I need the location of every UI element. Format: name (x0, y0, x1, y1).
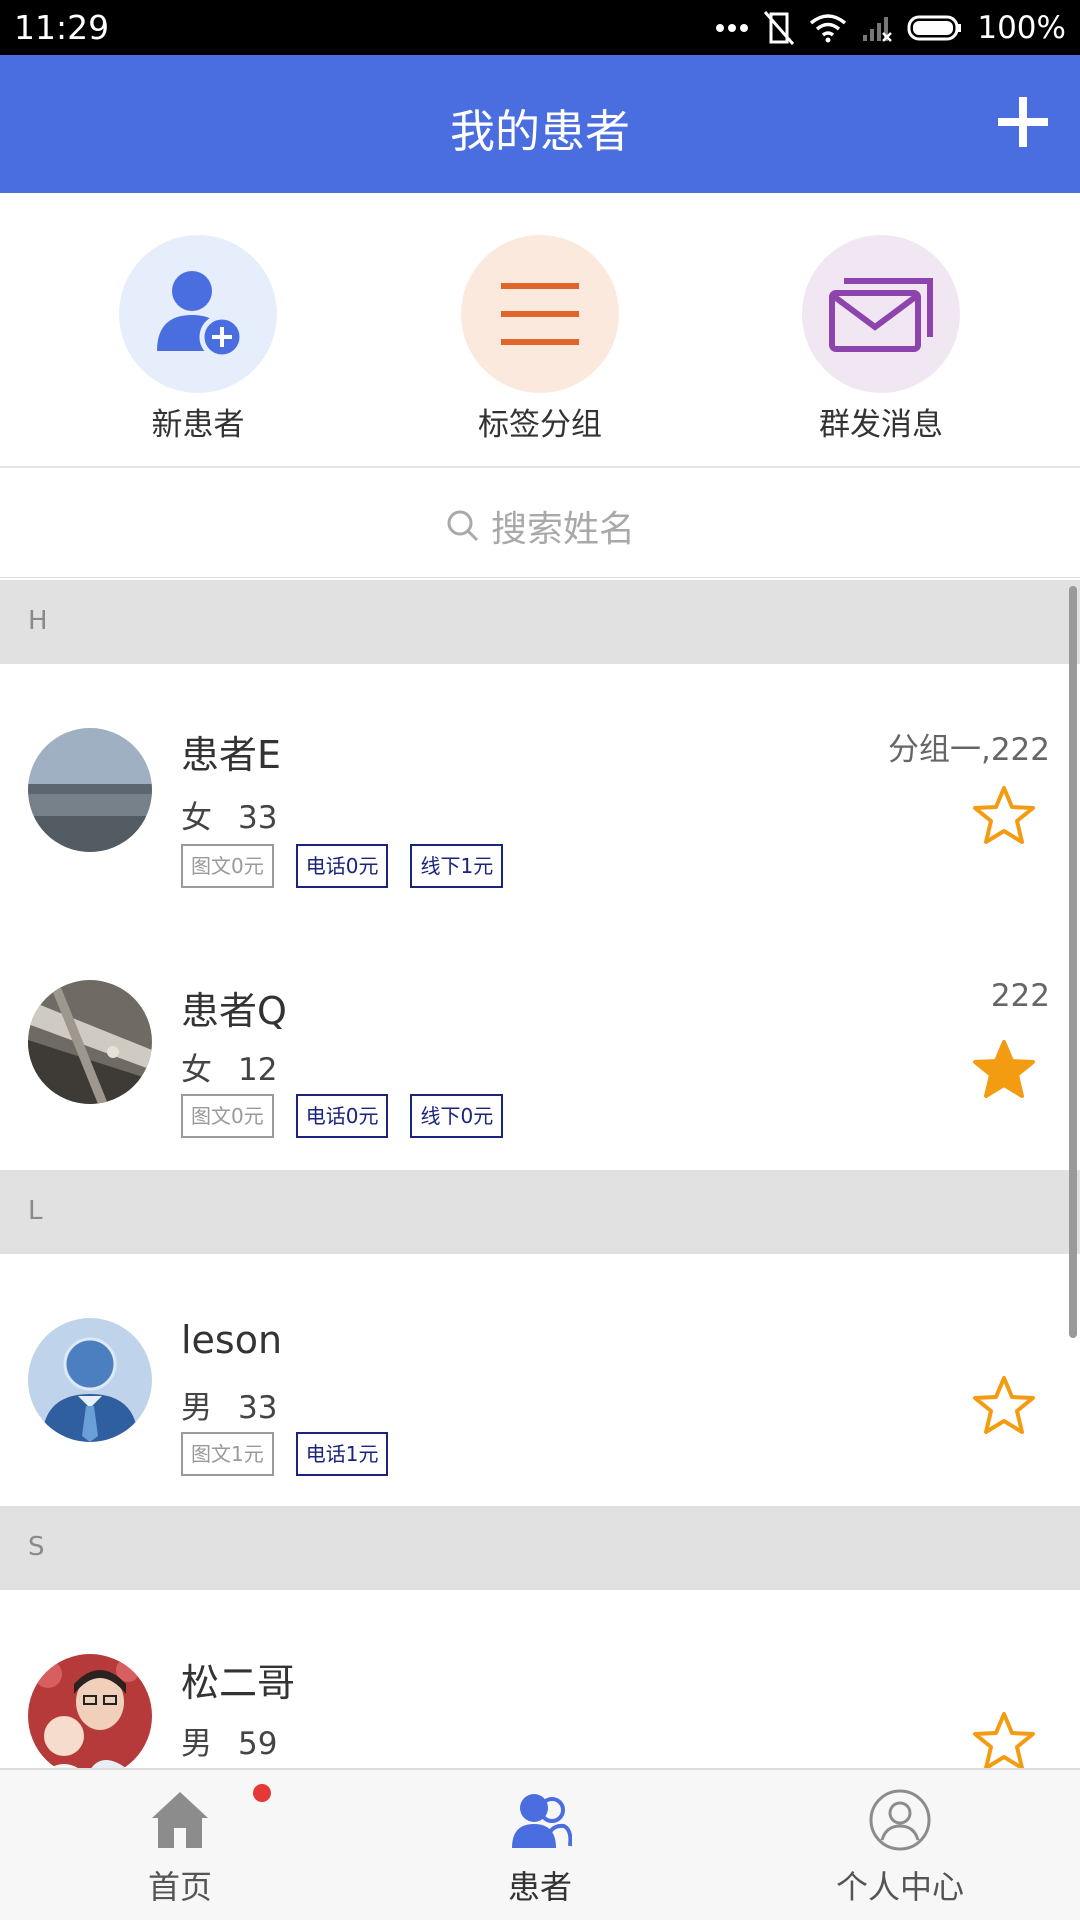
avatar (28, 980, 152, 1104)
more-dots-icon (716, 24, 749, 32)
patient-row-e[interactable]: 患者E 女 33 图文0元 电话0元 线下1元 分组一,222 (0, 664, 1080, 916)
list-scrollbar[interactable] (1069, 586, 1077, 1338)
wifi-icon (810, 14, 847, 43)
patient-gender: 女 (181, 800, 212, 836)
service-tag: 线下1元 (410, 844, 504, 888)
add-patient-button[interactable] (996, 95, 1050, 149)
service-tag: 图文1元 (181, 1432, 274, 1476)
add-user-icon (157, 271, 245, 360)
patient-info: 女 33 (181, 792, 277, 837)
nav-patients-label: 患者 (507, 1868, 572, 1906)
service-tags: 图文0元 电话0元 线下1元 (181, 844, 504, 888)
profile-icon (869, 1789, 931, 1851)
patient-age: 33 (238, 800, 278, 836)
vibrate-off-icon (764, 11, 795, 45)
avatar (28, 728, 152, 852)
star-outline-icon[interactable] (972, 784, 1036, 848)
service-tag: 电话0元 (295, 1094, 389, 1138)
section-letter: L (28, 1196, 43, 1226)
service-tag: 电话1元 (295, 1432, 389, 1476)
plus-icon (998, 97, 1048, 147)
service-tag: 线下0元 (410, 1094, 504, 1138)
search-bar[interactable]: 搜索姓名 (0, 470, 1080, 578)
battery-percent: 100% (977, 10, 1066, 46)
service-tags: 图文1元 电话1元 (181, 1432, 389, 1476)
nav-patients[interactable]: 患者 (410, 1788, 670, 1908)
patient-info: 女 12 (181, 1044, 277, 1089)
star-filled-icon[interactable] (972, 1038, 1036, 1102)
section-letter: S (28, 1532, 45, 1562)
patient-row-q[interactable]: 患者Q 女 12 图文0元 电话0元 线下0元 222 (0, 916, 1080, 1170)
nav-home-label: 首页 (147, 1868, 212, 1906)
section-letter: H (28, 606, 48, 636)
tag-group-icon-circle (461, 235, 619, 393)
patient-info: 男 33 (181, 1382, 277, 1427)
status-time: 11:29 (14, 8, 110, 47)
patient-row-leson[interactable]: leson 男 33 图文1元 电话1元 (0, 1254, 1080, 1506)
group-message-label: 群发消息 (819, 407, 943, 443)
battery-icon (907, 15, 962, 41)
status-bar: 11:29 100% (0, 0, 1080, 55)
nav-profile[interactable]: 个人中心 (770, 1788, 1030, 1908)
quick-actions: 新患者 标签分组 群发消息 (0, 193, 1080, 468)
new-patient-button[interactable]: 新患者 (78, 235, 318, 444)
group-message-button[interactable]: 群发消息 (761, 235, 1001, 444)
page-title: 我的患者 (449, 105, 630, 158)
avatar (28, 1318, 152, 1442)
search-placeholder: 搜索姓名 (490, 509, 635, 550)
group-message-icon-circle (802, 235, 960, 393)
tag-group-label: 标签分组 (478, 407, 602, 443)
patient-age: 59 (238, 1726, 278, 1762)
new-patient-label: 新患者 (151, 407, 245, 443)
signal-icon (863, 17, 893, 42)
section-header-s: S (0, 1506, 1080, 1590)
search-icon (447, 510, 479, 542)
service-tag: 图文0元 (181, 844, 274, 888)
patient-gender: 男 (181, 1726, 212, 1762)
mail-stack-icon (829, 278, 933, 352)
patient-name: leson (181, 1318, 283, 1362)
avatar (28, 1654, 152, 1768)
star-outline-icon[interactable] (972, 1374, 1036, 1438)
patient-gender: 女 (181, 1052, 212, 1088)
service-tag: 电话0元 (295, 844, 389, 888)
service-tags: 图文0元 电话0元 线下0元 (181, 1094, 504, 1138)
app-header: 我的患者 (0, 55, 1080, 193)
nav-profile-label: 个人中心 (835, 1868, 964, 1906)
patient-name: 患者Q (181, 989, 287, 1033)
patients-icon (512, 1794, 573, 1848)
section-header-h: H (0, 580, 1080, 664)
section-header-l: L (0, 1170, 1080, 1254)
patient-name: 患者E (181, 733, 282, 777)
search-inner: 搜索姓名 (0, 500, 1080, 552)
home-icon (152, 1792, 208, 1848)
patient-gender: 男 (181, 1390, 212, 1426)
patient-row-songerge[interactable]: 松二哥 男 59 (0, 1590, 1080, 1768)
patient-info: 男 59 (181, 1718, 277, 1763)
patient-group: 222 (990, 978, 1050, 1014)
nav-home[interactable]: 首页 (50, 1788, 310, 1908)
menu-lines-icon (501, 283, 579, 345)
service-tag: 图文0元 (181, 1094, 274, 1138)
patient-age: 33 (238, 1390, 278, 1426)
notification-badge (253, 1784, 271, 1802)
patient-group: 分组一,222 (887, 732, 1050, 768)
new-patient-icon-circle (119, 235, 277, 393)
bottom-nav: 首页 患者 个人中心 (0, 1768, 1080, 1920)
star-outline-icon[interactable] (972, 1710, 1036, 1768)
patient-age: 12 (238, 1052, 278, 1088)
tag-group-button[interactable]: 标签分组 (420, 235, 660, 444)
status-icons: 100% (715, 6, 1066, 50)
patient-name: 松二哥 (181, 1661, 296, 1705)
